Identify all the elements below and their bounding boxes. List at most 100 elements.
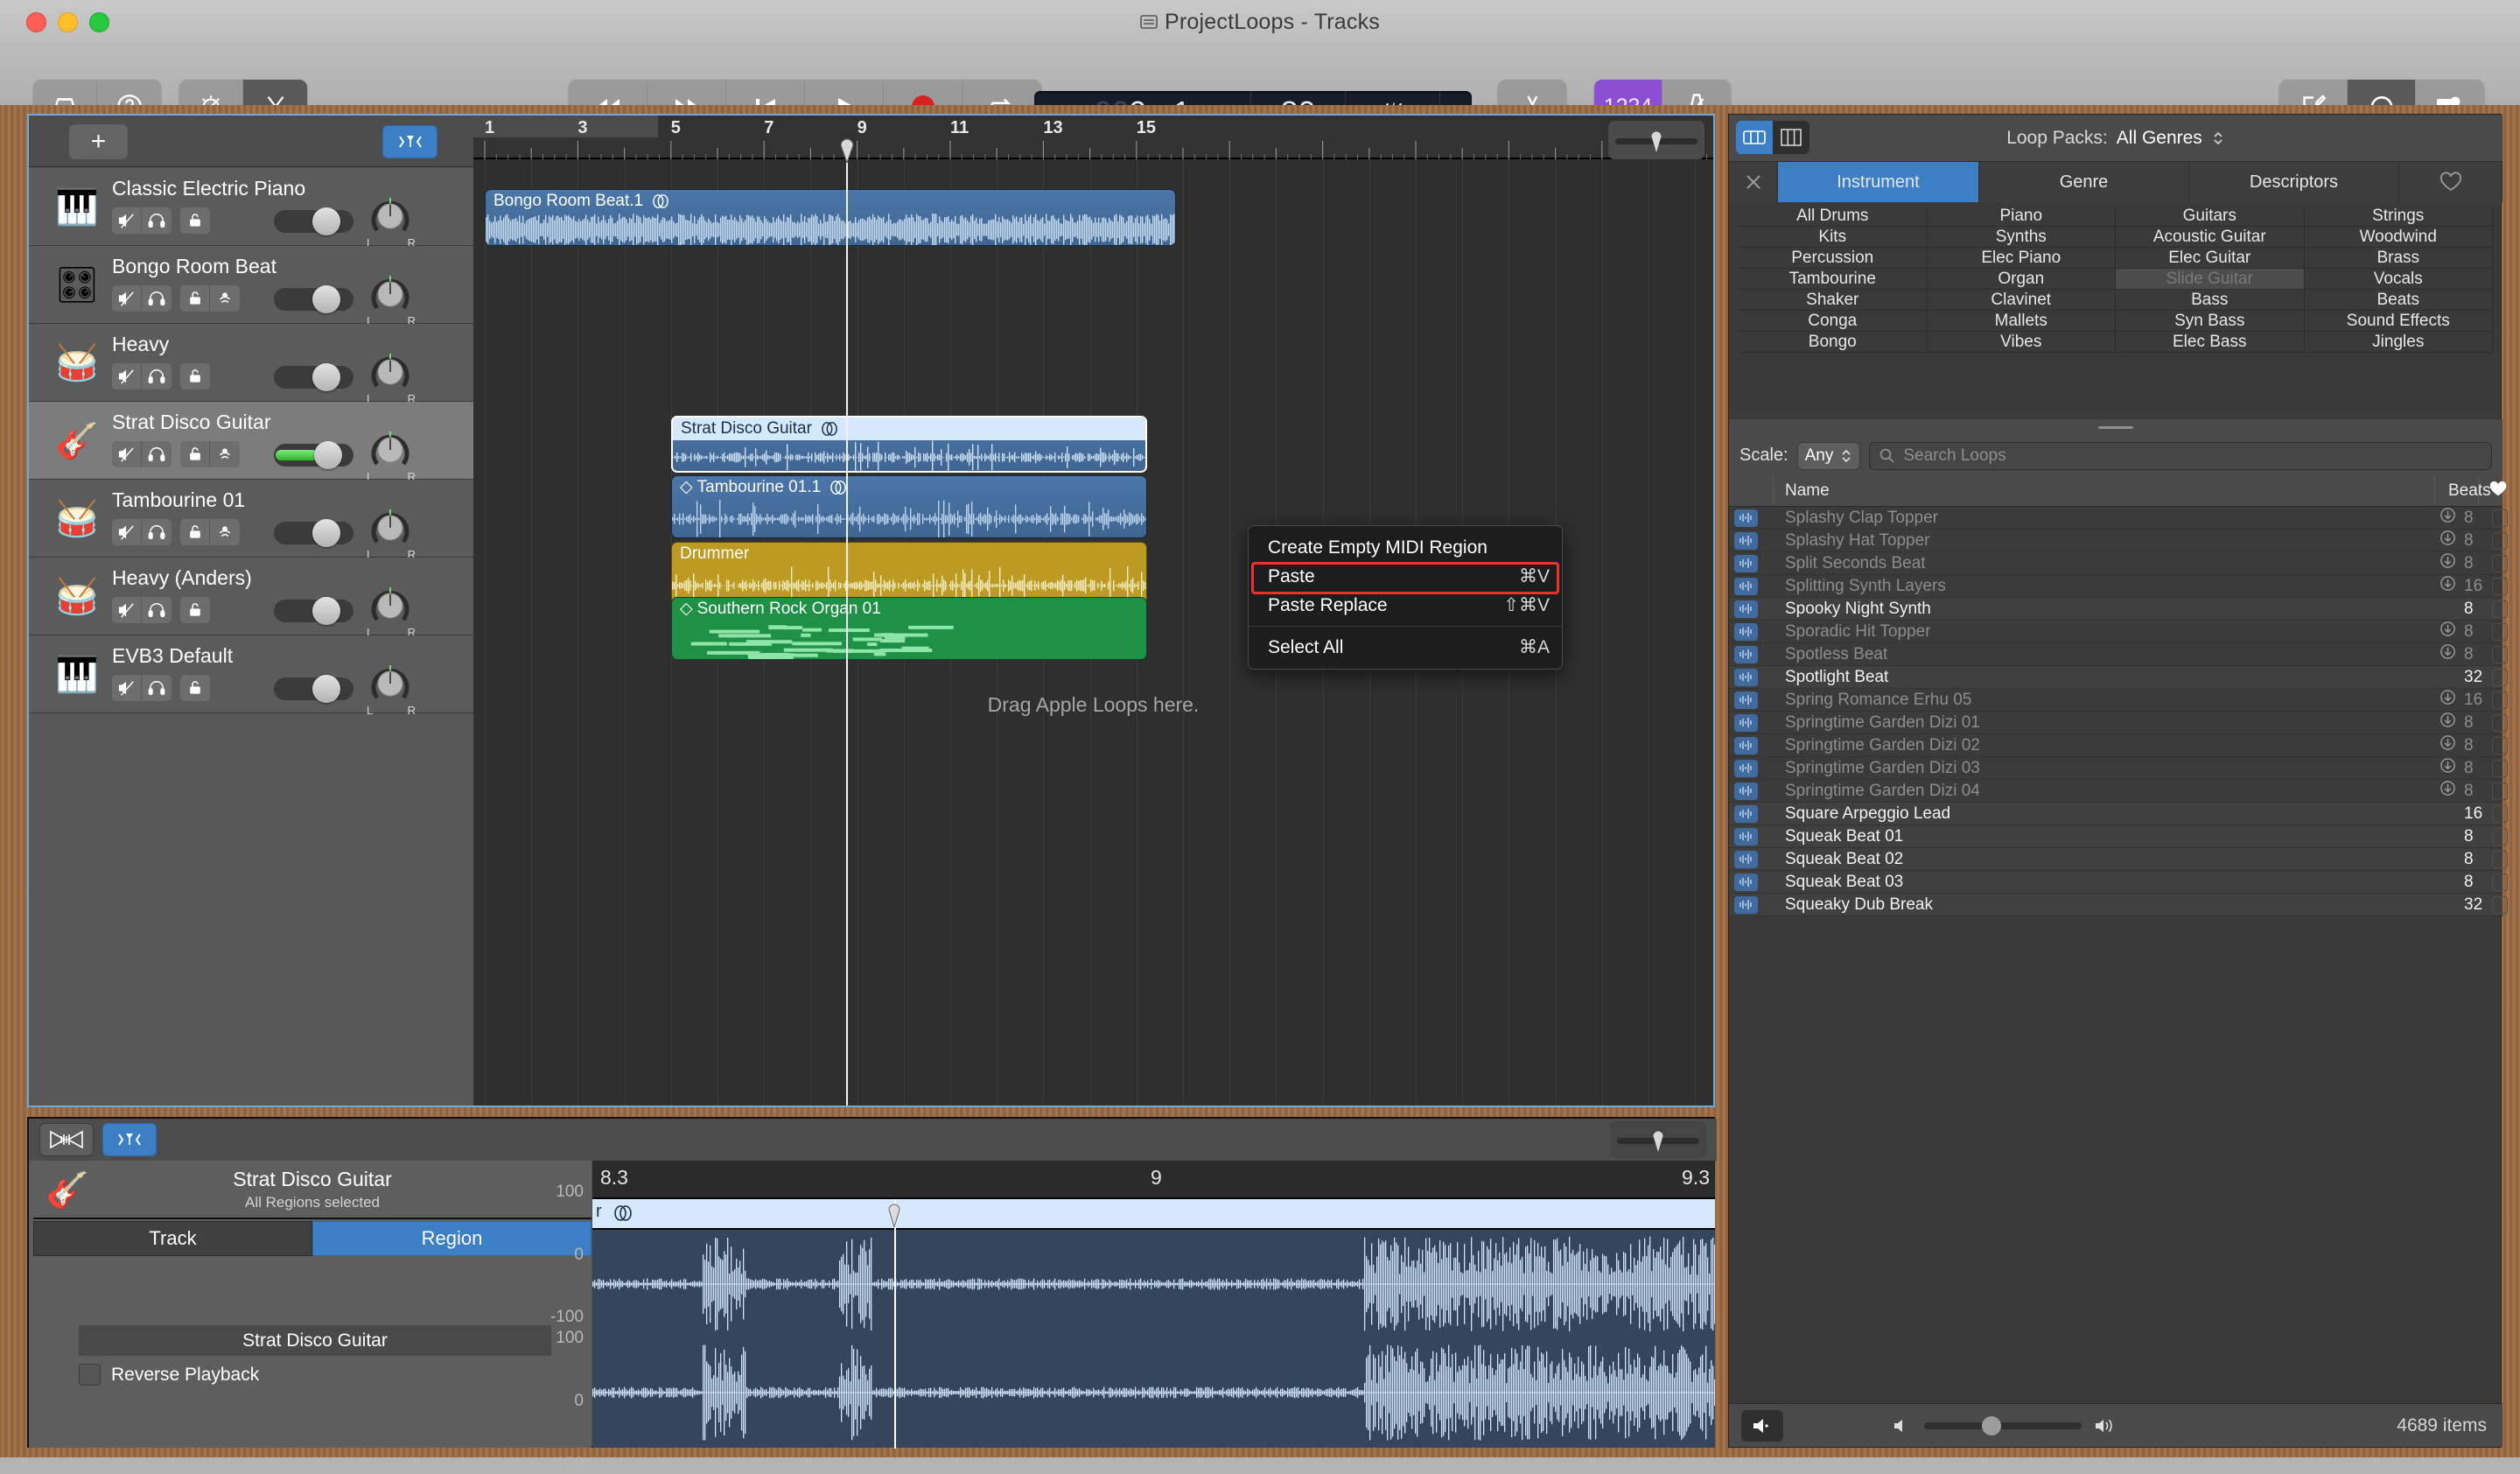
mute-button[interactable] <box>112 675 142 701</box>
pan-knob[interactable] <box>370 663 410 704</box>
loop-favorite-checkbox[interactable] <box>2492 669 2508 686</box>
region-drummer[interactable]: Drummer <box>671 542 1147 605</box>
loop-row[interactable]: Squeak Beat 038 <box>1729 871 2502 894</box>
loop-packs-value[interactable]: All Genres <box>2117 128 2202 149</box>
loop-row[interactable]: Squeaky Dub Break32 <box>1729 894 2502 916</box>
loop-favorite-checkbox[interactable] <box>2492 783 2508 800</box>
track-name[interactable]: EVB3 Default <box>112 644 233 668</box>
tab-track[interactable]: Track <box>33 1221 312 1256</box>
keyword-vocals[interactable]: Vocals <box>2305 269 2494 290</box>
zoom-slider[interactable] <box>1608 121 1704 159</box>
loop-row[interactable]: Split Seconds Beat8 <box>1729 552 2502 575</box>
preview-mute-button[interactable] <box>1741 1410 1783 1442</box>
loop-row[interactable]: Spotless Beat8 <box>1729 643 2502 666</box>
reverse-playback-checkbox[interactable] <box>79 1364 101 1386</box>
lock-button[interactable] <box>180 207 210 234</box>
track-volume-knob[interactable] <box>312 207 340 235</box>
region-southern-rock-organ-01[interactable]: ◇Southern Rock Organ 01 <box>671 597 1147 660</box>
keyword-elec-guitar[interactable]: Elec Guitar <box>2116 248 2305 269</box>
loop-favorite-checkbox[interactable] <box>2492 691 2508 709</box>
tab-instrument[interactable]: Instrument <box>1778 162 1979 202</box>
editor-filter-button[interactable] <box>102 1123 157 1156</box>
tab-region[interactable]: Region <box>312 1221 592 1256</box>
solo-button[interactable] <box>142 675 172 701</box>
download-icon[interactable] <box>2440 507 2456 529</box>
loop-row[interactable]: Spooky Night Synth8 <box>1729 598 2502 621</box>
solo-button[interactable] <box>142 519 172 545</box>
lock-button[interactable] <box>180 285 210 312</box>
download-icon[interactable] <box>2440 621 2456 642</box>
track-name[interactable]: Heavy <box>112 333 169 356</box>
region-strat-disco-guitar[interactable]: Strat Disco Guitar <box>671 416 1147 473</box>
preview-volume-knob[interactable] <box>1982 1416 2001 1435</box>
keyword-woodwind[interactable]: Woodwind <box>2305 227 2494 248</box>
loop-favorite-checkbox[interactable] <box>2492 851 2508 868</box>
preview-volume-slider[interactable] <box>1924 1422 2082 1429</box>
lock-button[interactable] <box>180 675 210 701</box>
loop-row[interactable]: Springtime Garden Dizi 048 <box>1729 780 2502 803</box>
loop-favorite-checkbox[interactable] <box>2492 509 2508 527</box>
track-name[interactable]: Bongo Room Beat <box>112 255 276 278</box>
up-down-chevron-icon[interactable] <box>2211 128 2225 149</box>
tab-descriptors[interactable]: Descriptors <box>2189 162 2399 202</box>
loop-favorite-checkbox[interactable] <box>2492 828 2508 846</box>
loop-row[interactable]: Spotlight Beat32 <box>1729 666 2502 689</box>
mute-button[interactable] <box>112 441 142 467</box>
scale-select[interactable]: Any <box>1797 442 1861 470</box>
keyword-elec-bass[interactable]: Elec Bass <box>2116 332 2305 353</box>
loop-row[interactable]: Springtime Garden Dizi 018 <box>1729 712 2502 734</box>
keyword-bass[interactable]: Bass <box>2116 290 2305 311</box>
keyword-vibes[interactable]: Vibes <box>1928 332 2117 353</box>
track-header-7[interactable]: 🎹EVB3 DefaultLR <box>29 635 473 713</box>
loop-favorite-checkbox[interactable] <box>2492 714 2508 732</box>
preview-volume[interactable] <box>1893 1417 2117 1435</box>
loop-row[interactable]: Springtime Garden Dizi 028 <box>1729 734 2502 757</box>
track-volume-knob[interactable] <box>312 675 340 703</box>
keyword-conga[interactable]: Conga <box>1739 311 1928 332</box>
editor-region-header[interactable]: r <box>592 1199 1715 1230</box>
playhead-handle[interactable] <box>838 137 856 163</box>
keyword-piano[interactable]: Piano <box>1928 206 2117 227</box>
track-volume-knob[interactable] <box>312 597 340 625</box>
mute-button[interactable] <box>112 207 142 234</box>
track-volume-slider[interactable] <box>274 210 354 233</box>
favorites-filter-icon[interactable] <box>2399 162 2502 202</box>
column-beats-header[interactable]: Beats <box>2448 481 2491 501</box>
track-volume-knob[interactable] <box>314 441 342 469</box>
loop-row[interactable]: Splashy Clap Topper8 <box>1729 507 2502 530</box>
loop-favorite-checkbox[interactable] <box>2492 737 2508 755</box>
track-header-3[interactable]: 🥁HeavyLR <box>29 324 473 402</box>
track-header-5[interactable]: 🥁Tambourine 01LR <box>29 480 473 558</box>
loop-row[interactable]: Squeak Beat 028 <box>1729 848 2502 871</box>
mute-button[interactable] <box>112 519 142 545</box>
cycle-range[interactable] <box>473 116 658 137</box>
download-icon[interactable] <box>2440 734 2456 756</box>
lock-button[interactable] <box>180 363 210 390</box>
track-volume-slider[interactable] <box>274 677 354 700</box>
pan-knob[interactable] <box>370 430 410 470</box>
record-enable-button[interactable] <box>210 285 240 312</box>
mute-button[interactable] <box>112 597 142 623</box>
editor-zoom-slider[interactable] <box>1610 1121 1706 1158</box>
column-view-toggle[interactable] <box>1773 121 1810 154</box>
track-volume-knob[interactable] <box>312 363 340 391</box>
tab-genre[interactable]: Genre <box>1979 162 2189 202</box>
pan-knob[interactable] <box>370 274 410 314</box>
loop-favorite-checkbox[interactable] <box>2492 532 2508 550</box>
context-menu[interactable]: Create Empty MIDI Region Paste ⌘V Paste … <box>1248 525 1563 670</box>
loop-favorite-checkbox[interactable] <box>2492 896 2508 914</box>
solo-button[interactable] <box>142 207 172 234</box>
panel-resize-handle[interactable] <box>1729 419 2502 436</box>
download-icon[interactable] <box>2440 552 2456 574</box>
track-name[interactable]: Heavy (Anders) <box>112 566 252 590</box>
loop-favorite-checkbox[interactable] <box>2492 874 2508 891</box>
loop-favorite-checkbox[interactable] <box>2492 646 2508 663</box>
track-name[interactable]: Classic Electric Piano <box>112 177 305 200</box>
track-volume-slider[interactable] <box>274 288 354 311</box>
solo-button[interactable] <box>142 597 172 623</box>
keyword-organ[interactable]: Organ <box>1928 269 2117 290</box>
lock-button[interactable] <box>180 597 210 623</box>
keyword-elec-piano[interactable]: Elec Piano <box>1928 248 2117 269</box>
flex-time-button[interactable] <box>39 1123 94 1156</box>
record-enable-button[interactable] <box>210 519 240 545</box>
